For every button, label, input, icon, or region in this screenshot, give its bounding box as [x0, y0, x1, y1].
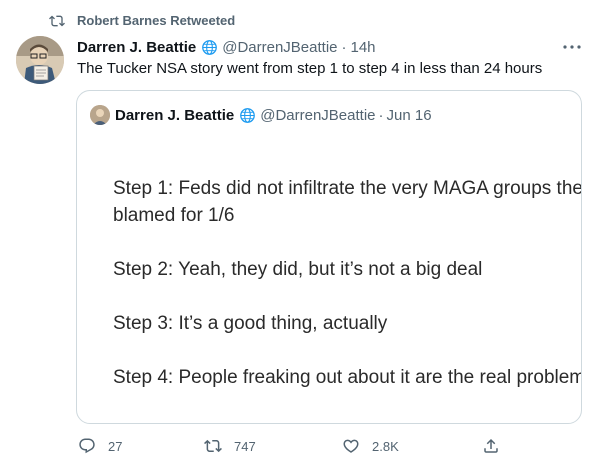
step-4-line: Step 4: People freaking out about it are…: [113, 367, 582, 388]
separator-dot: ·: [378, 106, 384, 124]
reply-button[interactable]: 27: [78, 432, 122, 460]
more-options-button[interactable]: [560, 38, 584, 56]
separator-dot: ·: [341, 38, 347, 56]
retweet-count: 747: [234, 438, 256, 454]
retweet-button[interactable]: 747: [204, 432, 256, 460]
heart-icon: [343, 439, 359, 453]
quote-author-handle: @DarrenJBeattie: [260, 106, 376, 124]
tweet-header: Darren J. Beattie @DarrenJBeattie · 14h: [77, 37, 376, 57]
more-icon: [563, 45, 581, 49]
author-handle[interactable]: @DarrenJBeattie: [222, 39, 337, 56]
reply-icon: [79, 438, 95, 454]
avatar[interactable]: [16, 36, 64, 84]
tweet-text: The Tucker NSA story went from step 1 to…: [77, 60, 543, 77]
step-1-line-2: blamed for 1/6: [113, 205, 235, 226]
reply-count: 27: [108, 438, 123, 454]
retweet-context-label: Robert Barnes Retweeted: [77, 13, 236, 28]
quote-header: Darren J. Beattie @DarrenJBeattie · Jun …: [90, 105, 432, 125]
step-1-line-1: Step 1: Feds did not infiltrate the very…: [113, 178, 582, 199]
retweet-icon: [204, 439, 222, 453]
share-button[interactable]: [482, 432, 500, 460]
step-2-line: Step 2: Yeah, they did, but it’s not a b…: [113, 259, 483, 280]
like-count: 2.8K: [372, 438, 399, 454]
quote-author-name: Darren J. Beattie: [115, 106, 235, 124]
share-icon: [484, 438, 498, 453]
globe-icon: [202, 39, 218, 55]
author-name[interactable]: Darren J. Beattie: [77, 39, 196, 56]
quote-date: Jun 16: [386, 106, 432, 124]
quote-tweet-card[interactable]: Darren J. Beattie @DarrenJBeattie · Jun …: [76, 90, 582, 424]
globe-icon: [240, 107, 256, 123]
retweet-icon: [49, 15, 65, 27]
avatar-image: [16, 36, 64, 84]
tweet-actions: 27 747 2.8K: [0, 432, 598, 460]
like-button[interactable]: 2.8K: [342, 432, 399, 460]
step-3-line: Step 3: It’s a good thing, actually: [113, 313, 388, 334]
quote-avatar: [90, 105, 110, 125]
tweet-timestamp[interactable]: 14h: [351, 39, 376, 56]
